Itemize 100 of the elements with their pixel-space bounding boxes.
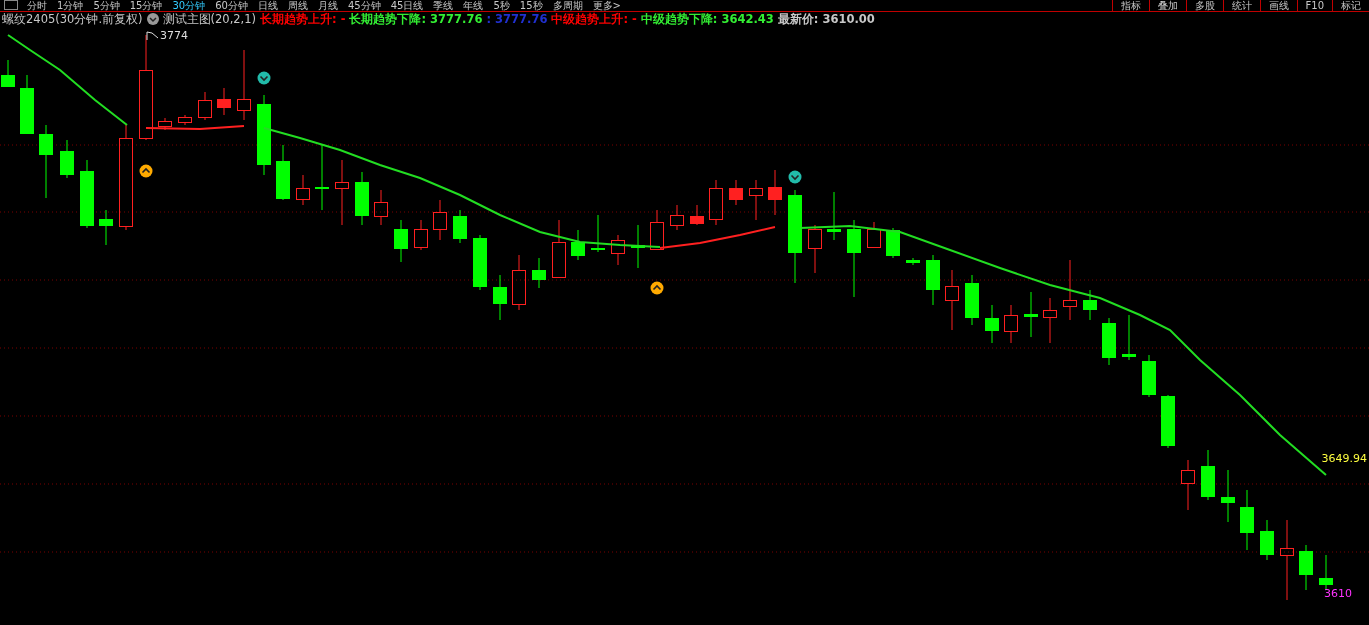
candlestick [926, 254, 940, 306]
candlestick [1299, 544, 1313, 591]
period-tab[interactable]: 月线 [312, 0, 343, 11]
toolbar-button[interactable]: 叠加 [1148, 0, 1186, 11]
indicator-value: 中级趋势下降: 3642.43 [640, 12, 774, 26]
indicator-value: : 3777.76 [486, 12, 548, 26]
candlestick [571, 229, 585, 261]
candlestick [217, 87, 231, 116]
indicator-value: 最新价: 3610.00 [777, 12, 875, 26]
period-tab[interactable]: 多周期 [547, 0, 588, 11]
period-tab[interactable]: 15秒 [514, 0, 548, 11]
candlestick [1319, 554, 1333, 591]
candlestick [1024, 291, 1038, 338]
period-tab[interactable]: 周线 [282, 0, 313, 11]
down-chevron-icon [257, 71, 271, 85]
period-tab[interactable]: 分时 [22, 0, 52, 11]
candlestick [433, 199, 447, 241]
candlestick [1142, 354, 1156, 398]
period-tab[interactable]: 30分钟 [167, 0, 211, 11]
indicator-name: 测试主图(20,2,1) [162, 12, 257, 26]
candlestick [945, 269, 959, 331]
candlestick [374, 189, 388, 226]
candlestick [158, 117, 172, 131]
period-tab[interactable]: 45日线 [385, 0, 429, 11]
period-tab[interactable]: 5分钟 [88, 0, 125, 11]
candlestick [394, 219, 408, 263]
candlestick [473, 234, 487, 291]
price-label: 3774 [160, 29, 188, 42]
candlestick [690, 204, 704, 226]
candlestick [1221, 469, 1235, 523]
candlestick [729, 179, 743, 206]
candlestick [453, 209, 467, 244]
candlestick [414, 219, 428, 251]
symbol-title: 螺纹2405(30分钟.前复权) [2, 12, 143, 26]
candlestick [198, 91, 212, 121]
candlestick [768, 169, 782, 216]
candlestick [591, 214, 605, 253]
candlestick [985, 304, 999, 344]
candlestick [99, 209, 113, 246]
toolbar-button[interactable]: 指标 [1111, 0, 1149, 11]
period-tab[interactable]: 更多> [587, 0, 626, 11]
candlestick [650, 209, 664, 251]
candlestick [335, 159, 349, 226]
candlestick [80, 159, 94, 229]
down-chevron-icon [788, 170, 802, 184]
candlestick [60, 139, 74, 179]
candlestick [1102, 317, 1116, 366]
toolbar-button[interactable]: 统计 [1222, 0, 1260, 11]
candlestick [1004, 304, 1018, 344]
toolbar-button[interactable]: F10 [1296, 0, 1332, 11]
candlestick [670, 204, 684, 231]
price-label: 3610 [1324, 587, 1352, 600]
candlestick [1161, 394, 1175, 449]
candlestick [512, 254, 526, 311]
candlestick [1260, 519, 1274, 561]
toolbar-button[interactable]: 画线 [1259, 0, 1297, 11]
toolbar-button[interactable]: 多股 [1185, 0, 1223, 11]
period-tab[interactable]: 年线 [458, 0, 489, 11]
period-tab[interactable]: 15分钟 [124, 0, 168, 11]
up-chevron-icon [139, 164, 153, 178]
candlestick [611, 234, 625, 266]
indicator-value: 长期趋势上升: - [260, 12, 346, 26]
period-tab[interactable]: 日线 [252, 0, 283, 11]
candlestick [965, 274, 979, 326]
price-label: 3649.94 [1321, 452, 1367, 465]
candlestick [178, 114, 192, 126]
candlestick [315, 144, 329, 211]
candlestick [1240, 489, 1254, 551]
candlestick [1201, 449, 1215, 501]
candlestick [493, 274, 507, 321]
candlestick [808, 224, 822, 274]
candlestick [867, 221, 881, 249]
indicator-value: 长期趋势下降: 3777.76 [349, 12, 483, 26]
leader-line [146, 31, 159, 41]
candlestick [827, 191, 841, 241]
candlestick [355, 171, 369, 226]
indicator-value: 中级趋势上升: - [551, 12, 637, 26]
up-chevron-icon [650, 281, 664, 295]
candlestick [631, 224, 645, 269]
candlestick [1083, 289, 1097, 321]
candlestick [1, 59, 15, 88]
candlestick [886, 227, 900, 259]
candlestick [1181, 459, 1195, 511]
window-icon [4, 0, 18, 10]
period-tab[interactable]: 60分钟 [210, 0, 253, 11]
candlestick [906, 257, 920, 266]
candlestick [709, 179, 723, 226]
candlestick [1063, 259, 1077, 321]
dropdown-icon[interactable] [146, 13, 159, 25]
candlestick [552, 219, 566, 279]
period-tab[interactable]: 1分钟 [52, 0, 89, 11]
period-tab[interactable]: 45分钟 [342, 0, 386, 11]
candlestick [532, 257, 546, 289]
candlestick [237, 49, 251, 121]
candlestick [20, 74, 34, 135]
candlestick [1122, 314, 1136, 361]
period-tab[interactable]: 5秒 [488, 0, 515, 11]
toolbar-button[interactable]: 标记 [1332, 0, 1369, 11]
period-tab[interactable]: 季线 [428, 0, 459, 11]
candlestick [276, 144, 290, 201]
